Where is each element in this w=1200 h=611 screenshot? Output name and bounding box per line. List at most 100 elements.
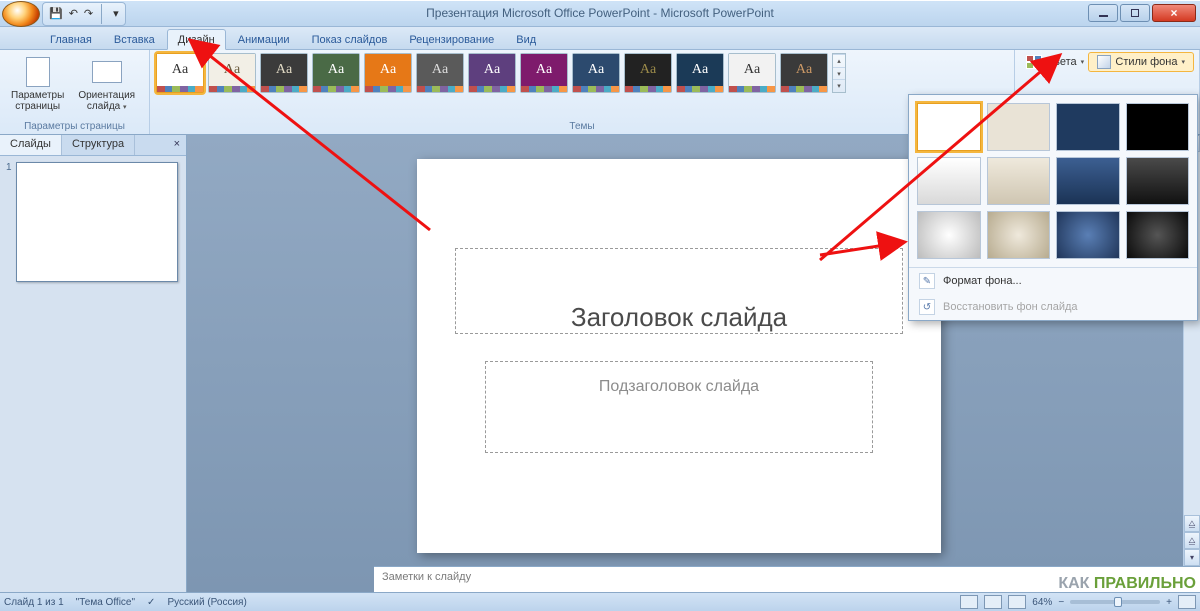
bg-style-1[interactable] [917,103,981,151]
group-themes-label: Темы [156,120,1008,134]
panel-close-icon[interactable]: × [168,135,186,155]
zoom-thumb[interactable] [1114,597,1122,607]
tab-outline[interactable]: Структура [62,135,135,155]
orientation-button[interactable]: Ориентация слайда ▾ [73,53,140,116]
bg-style-6[interactable] [987,157,1051,205]
theme-thumb-9[interactable]: Aa [572,53,620,93]
group-page-setup: Параметры страницы Ориентация слайда ▾ П… [0,50,150,134]
theme-thumb-5[interactable]: Aa [364,53,412,93]
gallery-down-icon[interactable]: ▾ [833,67,845,80]
theme-aa: Aa [313,54,359,86]
next-slide-icon[interactable]: ⧋ [1184,532,1200,549]
orientation-label: Ориентация слайда ▾ [78,90,135,113]
theme-swatches [365,86,411,92]
slide-thumbnail-1[interactable]: 1 [6,162,180,282]
bg-style-8[interactable] [1126,157,1190,205]
theme-thumb-1[interactable]: Aa [156,53,204,93]
bg-style-11[interactable] [1056,211,1120,259]
tab-slides[interactable]: Слайды [0,135,62,155]
group-page-setup-label: Параметры страницы [6,120,143,134]
theme-swatches [157,86,203,92]
theme-thumb-7[interactable]: Aa [468,53,516,93]
bg-style-3[interactable] [1056,103,1120,151]
reset-bg-icon: ↺ [919,299,935,315]
gallery-up-icon[interactable]: ▴ [833,54,845,67]
status-bar: Слайд 1 из 1 "Тема Office" ✓ Русский (Ро… [0,592,1200,611]
tab-slideshow[interactable]: Показ слайдов [302,30,398,49]
theme-swatches [573,86,619,92]
zoom-out-icon[interactable]: − [1058,597,1064,608]
theme-thumb-4[interactable]: Aa [312,53,360,93]
tab-insert[interactable]: Вставка [104,30,165,49]
slides-panel-tabs: Слайды Структура × [0,135,186,156]
tab-home[interactable]: Главная [40,30,102,49]
save-icon[interactable]: 💾 [49,7,63,20]
bgstyles-icon [1097,55,1111,69]
theme-thumb-11[interactable]: Aa [676,53,724,93]
bg-style-4[interactable] [1126,103,1190,151]
slide-canvas[interactable]: Заголовок слайда Подзаголовок слайда [417,159,941,553]
view-normal-button[interactable] [960,595,978,609]
format-background-menuitem[interactable]: ✎ Формат фона... [909,268,1197,294]
theme-thumb-10[interactable]: Aa [624,53,672,93]
theme-thumb-2[interactable]: Aa [208,53,256,93]
bg-style-5[interactable] [917,157,981,205]
gallery-more-icon[interactable]: ▾ [833,79,845,92]
bg-style-12[interactable] [1126,211,1190,259]
theme-aa: Aa [573,54,619,86]
chevron-down-icon: ▾ [1181,58,1185,66]
minimize-button[interactable] [1088,4,1118,22]
background-styles-button[interactable]: Стили фона ▾ [1088,52,1194,72]
theme-aa: Aa [521,54,567,86]
status-spellcheck-icon[interactable]: ✓ [147,597,155,608]
prev-slide-icon[interactable]: ⧋ [1184,515,1200,532]
tab-review[interactable]: Рецензирование [399,30,504,49]
status-zoom[interactable]: 64% [1032,597,1052,608]
fit-window-button[interactable] [1178,595,1196,609]
bg-style-7[interactable] [1056,157,1120,205]
bg-style-9[interactable] [917,211,981,259]
zoom-slider[interactable] [1070,600,1160,604]
reset-background-menuitem: ↺ Восстановить фон слайда [909,294,1197,320]
view-sorter-button[interactable] [984,595,1002,609]
tab-design[interactable]: Дизайн [167,29,226,50]
theme-thumb-3[interactable]: Aa [260,53,308,93]
colors-label: Цвета [1046,56,1077,68]
format-bg-icon: ✎ [919,273,935,289]
theme-swatches [625,86,671,92]
undo-icon[interactable]: ↶ [69,7,78,20]
zoom-in-icon[interactable]: + [1166,597,1172,608]
theme-swatches [313,86,359,92]
maximize-button[interactable] [1120,4,1150,22]
redo-icon[interactable]: ↷ [84,7,93,20]
bg-style-10[interactable] [987,211,1051,259]
themes-gallery: AaAaAaAaAaAaAaAaAaAaAaAaAa [156,53,828,93]
background-styles-popup: ✎ Формат фона... ↺ Восстановить фон слай… [908,94,1198,321]
quick-access-toolbar: 💾 ↶ ↷ ▾ [42,2,126,26]
watermark-a: КАК [1058,575,1089,592]
colors-button[interactable]: Цвета ▾ [1021,53,1089,71]
page-setup-button[interactable]: Параметры страницы [6,53,69,115]
office-button[interactable] [2,1,40,27]
bg-style-2[interactable] [987,103,1051,151]
title-placeholder[interactable]: Заголовок слайда [455,248,903,334]
subtitle-placeholder[interactable]: Подзаголовок слайда [485,361,873,453]
close-button[interactable]: × [1152,4,1196,22]
slides-panel: Слайды Структура × 1 [0,135,187,592]
qat-customize-icon[interactable]: ▾ [113,7,119,20]
theme-thumb-8[interactable]: Aa [520,53,568,93]
theme-thumb-12[interactable]: Aa [728,53,776,93]
themes-gallery-scroll[interactable]: ▴ ▾ ▾ [832,53,846,93]
status-slide-count: Слайд 1 из 1 [4,597,64,608]
theme-aa: Aa [261,54,307,86]
scroll-down-icon[interactable]: ▾ [1184,549,1200,566]
theme-thumb-13[interactable]: Aa [780,53,828,93]
status-language[interactable]: Русский (Россия) [167,597,246,608]
theme-thumb-6[interactable]: Aa [416,53,464,93]
status-theme: "Тема Office" [76,597,135,608]
view-slideshow-button[interactable] [1008,595,1026,609]
slide-number: 1 [6,162,12,282]
theme-swatches [417,86,463,92]
tab-view[interactable]: Вид [506,30,546,49]
tab-animations[interactable]: Анимации [228,30,300,49]
